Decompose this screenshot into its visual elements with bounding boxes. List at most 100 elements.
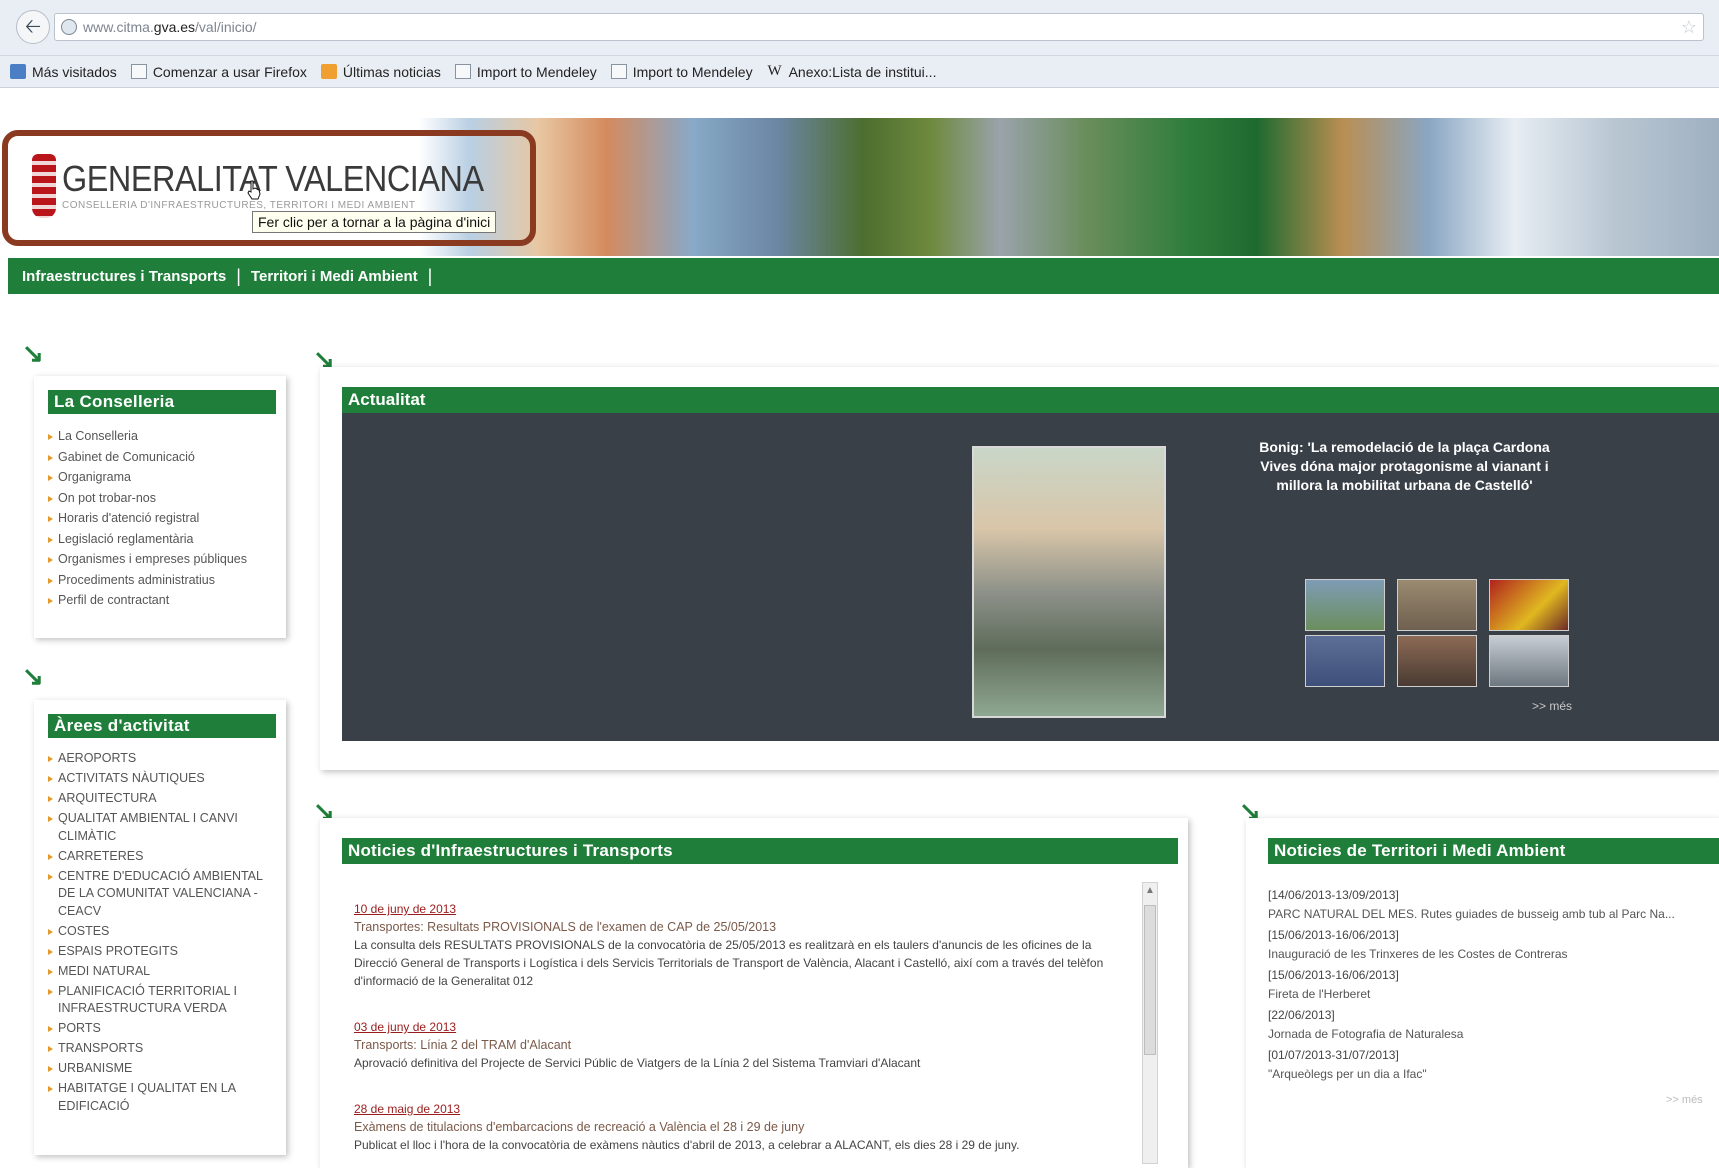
- menu-item-organismes[interactable]: Organismes i empreses públiques: [48, 549, 276, 570]
- actualitat-box: Actualitat Bonig: 'La remodelació de la …: [320, 367, 1719, 770]
- news-body: La consulta dels RESULTATS PROVISIONALS …: [354, 938, 1104, 988]
- event-link[interactable]: "Arqueòlegs per un dia a Ifac": [1268, 1065, 1708, 1084]
- menu-item-espais-protegits[interactable]: ESPAIS PROTEGITS: [48, 943, 276, 963]
- bookmark-mas-visitados[interactable]: Más visitados: [10, 64, 117, 80]
- main-nav: Infraestructures i Transports | Territor…: [8, 258, 1719, 294]
- event-link[interactable]: PARC NATURAL DEL MES. Rutes guiades de b…: [1268, 905, 1708, 924]
- event-date: [15/06/2013-16/06/2013]: [1268, 968, 1399, 982]
- menu-item-aeroports[interactable]: AEROPORTS: [48, 750, 276, 770]
- page-icon: [454, 64, 471, 79]
- nav-separator: |: [427, 265, 433, 286]
- actualitat-more-link[interactable]: >> més: [1532, 699, 1572, 713]
- news-scrollbar[interactable]: ▲: [1142, 882, 1158, 1164]
- news-item: 28 de maig de 2013 Exàmens de titulacion…: [354, 1100, 1124, 1154]
- territori-news-list: [14/06/2013-13/09/2013] PARC NATURAL DEL…: [1268, 886, 1708, 1086]
- menu-item-planificacio[interactable]: PLANIFICACIÓ TERRITORIAL I INFRAESTRUCTU…: [48, 983, 276, 1021]
- event-date: [14/06/2013-13/09/2013]: [1268, 888, 1399, 902]
- actualitat-title: Actualitat: [342, 387, 1719, 413]
- menu-item-ports[interactable]: PORTS: [48, 1020, 276, 1040]
- wikipedia-icon: W: [767, 63, 782, 79]
- menu-item-transports[interactable]: TRANSPORTS: [48, 1040, 276, 1060]
- featured-news-caption[interactable]: Bonig: 'La remodelació de la plaça Cardo…: [1252, 438, 1557, 495]
- news-body: Aprovació definitiva del Projecte de Ser…: [354, 1056, 921, 1070]
- news-title[interactable]: Transportes: Resultats PROVISIONALS de l…: [354, 918, 1124, 936]
- event-link[interactable]: Inauguració de les Trinxeres de les Cost…: [1268, 945, 1708, 964]
- page-icon: [610, 64, 627, 79]
- menu-item-legislacio[interactable]: Legislació reglamentària: [48, 529, 276, 550]
- bookmark-comenzar-firefox[interactable]: Comenzar a usar Firefox: [130, 64, 307, 80]
- menu-item-habitatge[interactable]: HABITATGE I QUALITAT EN LA EDIFICACIÓ: [48, 1080, 276, 1118]
- url-input[interactable]: www.citma.gva.es/val/inicio/ ☆: [54, 13, 1704, 41]
- conselleria-box: La Conselleria La Conselleria Gabinet de…: [34, 376, 286, 638]
- menu-item-procediments[interactable]: Procediments administratius: [48, 570, 276, 591]
- news-item: 03 de juny de 2013 Transports: Línia 2 d…: [354, 1018, 1124, 1072]
- url-text: www.citma.gva.es/val/inicio/: [83, 19, 257, 35]
- bookmarks-bar: Más visitados Comenzar a usar Firefox Úl…: [0, 56, 1719, 88]
- menu-item-ceacv[interactable]: CENTRE D'EDUCACIÓ AMBIENTAL DE LA COMUNI…: [48, 868, 276, 923]
- page-icon: [130, 64, 147, 79]
- menu-item-carreteres[interactable]: CARRETERES: [48, 848, 276, 868]
- news-date-link[interactable]: 10 de juny de 2013: [354, 900, 1124, 918]
- news-thumbnail[interactable]: [1489, 579, 1569, 631]
- arees-box: Àrees d'activitat AEROPORTS ACTIVITATS N…: [34, 700, 286, 1155]
- event-link[interactable]: Fireta de l'Herberet: [1268, 985, 1708, 1004]
- menu-item-on-pot-trobar[interactable]: On pot trobar-nos: [48, 488, 276, 509]
- bookmark-import-mendeley-2[interactable]: Import to Mendeley: [610, 64, 753, 80]
- territori-more-link[interactable]: >> més: [1666, 1094, 1703, 1106]
- nav-infraestructures[interactable]: Infraestructures i Transports: [22, 268, 226, 285]
- bookmark-ultimas-noticias[interactable]: Últimas noticias: [320, 64, 441, 80]
- news-item: 10 de juny de 2013 Transportes: Resultat…: [354, 900, 1124, 990]
- conselleria-menu: La Conselleria Gabinet de Comunicació Or…: [48, 426, 276, 611]
- bookmark-folder-icon: [10, 64, 26, 79]
- news-date-link[interactable]: 03 de juny de 2013: [354, 1018, 1124, 1036]
- territori-news-box: Noticies de Territori i Medi Ambient [14…: [1246, 818, 1719, 1168]
- event-link[interactable]: Jornada de Fotografia de Naturalesa: [1268, 1025, 1708, 1044]
- scroll-thumb[interactable]: [1144, 905, 1156, 1055]
- event-date: [22/06/2013]: [1268, 1008, 1335, 1022]
- news-thumbnail[interactable]: [1305, 579, 1385, 631]
- menu-item-medi-natural[interactable]: MEDI NATURAL: [48, 963, 276, 983]
- menu-item-urbanisme[interactable]: URBANISME: [48, 1060, 276, 1080]
- rss-feed-icon: [320, 64, 337, 79]
- menu-item-la-conselleria[interactable]: La Conselleria: [48, 426, 276, 447]
- event-date: [01/07/2013-31/07/2013]: [1268, 1048, 1399, 1062]
- news-thumbnail[interactable]: [1489, 635, 1569, 687]
- conselleria-title: La Conselleria: [48, 390, 276, 414]
- territori-news-title: Noticies de Territori i Medi Ambient: [1268, 838, 1719, 864]
- arees-title: Àrees d'activitat: [48, 714, 276, 738]
- news-title[interactable]: Transports: Línia 2 del TRAM d'Alacant: [354, 1036, 1124, 1054]
- scroll-up-arrow-icon[interactable]: ▲: [1145, 885, 1155, 896]
- arees-menu: AEROPORTS ACTIVITATS NÀUTIQUES ARQUITECT…: [48, 750, 276, 1118]
- actualitat-carousel: Bonig: 'La remodelació de la plaça Cardo…: [342, 413, 1719, 741]
- event-date: [15/06/2013-16/06/2013]: [1268, 928, 1399, 942]
- menu-item-gabinet[interactable]: Gabinet de Comunicació: [48, 447, 276, 468]
- menu-item-costes[interactable]: COSTES: [48, 923, 276, 943]
- infra-news-box: Noticies d'Infraestructures i Transports…: [320, 818, 1188, 1168]
- section-arrow-icon: ↘: [22, 338, 44, 368]
- menu-item-qualitat-ambiental[interactable]: QUALITAT AMBIENTAL I CANVI CLIMÀTIC: [48, 810, 276, 848]
- nav-territori[interactable]: Territori i Medi Ambient: [251, 268, 418, 285]
- globe-icon: [61, 19, 77, 35]
- menu-item-perfil-contractant[interactable]: Perfil de contractant: [48, 590, 276, 611]
- hand-cursor-icon: [247, 180, 261, 200]
- news-thumbnail[interactable]: [1397, 635, 1477, 687]
- logo-tooltip: Fer clic per a tornar a la pàgina d'inic…: [252, 211, 497, 233]
- news-thumbnail[interactable]: [1305, 635, 1385, 687]
- news-title[interactable]: Exàmens de titulacions d'embarcacions de…: [354, 1118, 1124, 1136]
- bookmark-anexo-lista[interactable]: W Anexo:Lista de institui...: [767, 64, 937, 80]
- browser-address-bar: 🡠 www.citma.gva.es/val/inicio/ ☆: [0, 0, 1719, 56]
- menu-item-activitats-nautiques[interactable]: ACTIVITATS NÀUTIQUES: [48, 770, 276, 790]
- bookmark-import-mendeley-1[interactable]: Import to Mendeley: [454, 64, 597, 80]
- news-thumbnail[interactable]: [1397, 579, 1477, 631]
- menu-item-horaris[interactable]: Horaris d'atenció registral: [48, 508, 276, 529]
- menu-item-arquitectura[interactable]: ARQUITECTURA: [48, 790, 276, 810]
- infra-news-title: Noticies d'Infraestructures i Transports: [342, 838, 1178, 864]
- star-icon[interactable]: ☆: [1681, 17, 1697, 38]
- news-date-link[interactable]: 28 de maig de 2013: [354, 1100, 1124, 1118]
- featured-news-photo[interactable]: [972, 446, 1166, 718]
- nav-separator: |: [236, 265, 241, 286]
- section-arrow-icon: ↘: [22, 661, 44, 691]
- back-arrow-icon[interactable]: 🡠: [16, 10, 50, 44]
- menu-item-organigrama[interactable]: Organigrama: [48, 467, 276, 488]
- news-body: Publicat el lloc i l'hora de la convocat…: [354, 1138, 1020, 1152]
